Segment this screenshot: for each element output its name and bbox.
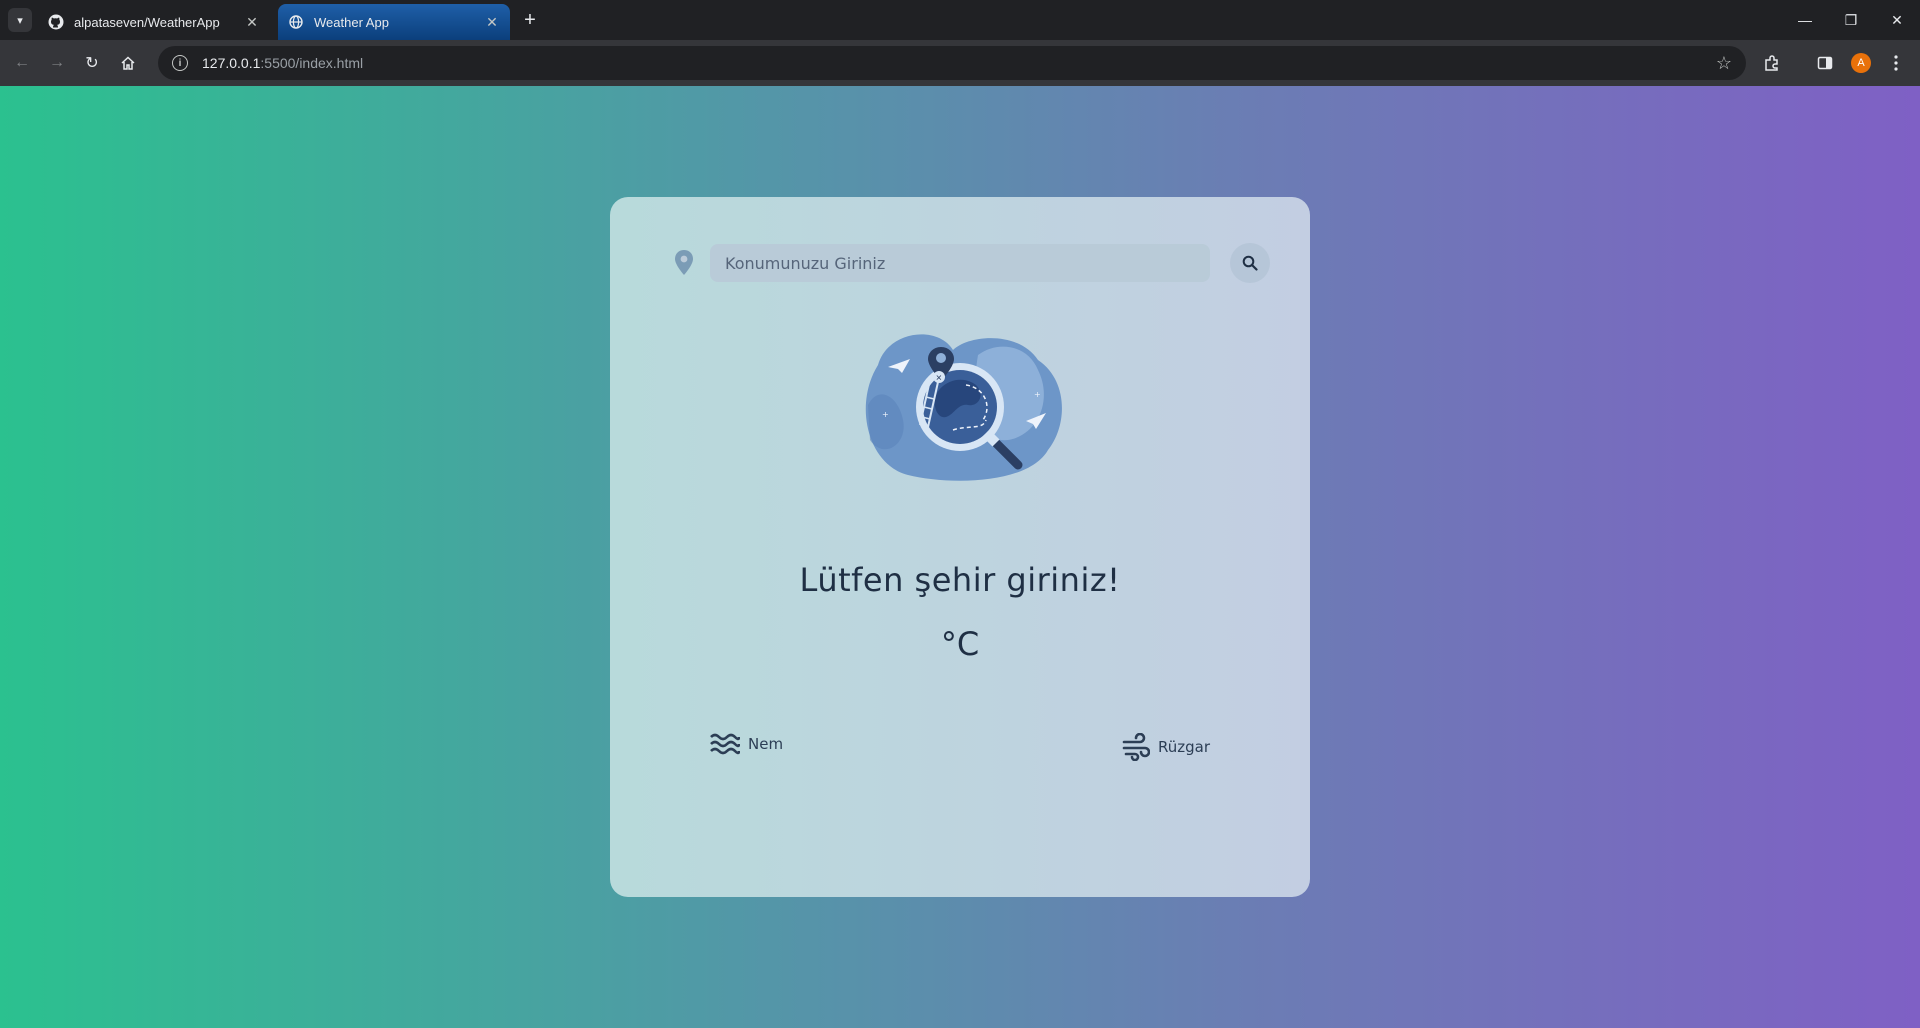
city-name-heading: Lütfen şehir giriniz! <box>799 561 1121 599</box>
wind-icon <box>1122 733 1150 761</box>
tab-close-icon[interactable]: ✕ <box>244 14 260 30</box>
tab-github[interactable]: alpataseven/WeatherApp ✕ <box>38 4 270 40</box>
water-waves-icon <box>710 733 740 755</box>
svg-text:✕: ✕ <box>936 374 943 383</box>
tab-title: Weather App <box>314 14 389 30</box>
address-bar[interactable]: i 127.0.0.1:5500/index.html ☆ <box>158 46 1746 80</box>
restore-icon[interactable]: ❐ <box>1828 0 1874 40</box>
tab-close-icon[interactable]: ✕ <box>484 14 500 30</box>
back-arrow-icon[interactable]: ← <box>6 47 38 79</box>
reload-icon[interactable]: ↻ <box>76 47 108 79</box>
weather-card: + + ✕ Lütfen şehir giriniz! °C <box>610 197 1310 897</box>
forward-arrow-icon[interactable]: → <box>41 47 73 79</box>
browser-toolbar: ← → ↻ i 127.0.0.1:5500/index.html ☆ <box>0 40 1920 86</box>
extensions-puzzle-icon[interactable] <box>1756 47 1788 79</box>
temperature-value: °C <box>940 625 980 663</box>
url-path: :5500/index.html <box>260 55 364 71</box>
profile-avatar[interactable]: A <box>1851 53 1871 73</box>
globe-icon <box>288 14 304 30</box>
tab-strip: ▾ alpataseven/WeatherApp ✕ Weather App ✕… <box>0 0 1920 40</box>
globe-search-illustration-icon: + + ✕ <box>865 334 1062 481</box>
humidity-label: Nem <box>748 735 784 753</box>
home-icon[interactable] <box>112 47 144 79</box>
location-pin-icon <box>675 250 693 275</box>
window-close-icon[interactable]: ✕ <box>1874 0 1920 40</box>
svg-text:+: + <box>882 410 889 419</box>
tab-search-chevron-icon[interactable]: ▾ <box>8 8 32 32</box>
site-info-icon[interactable]: i <box>172 55 188 71</box>
url-host: 127.0.0.1 <box>202 55 261 71</box>
city-search-input[interactable] <box>710 244 1210 282</box>
search-icon <box>1242 255 1258 271</box>
page-background: + + ✕ Lütfen şehir giriniz! °C <box>0 86 1920 1028</box>
new-tab-button[interactable]: + <box>518 8 542 32</box>
humidity-detail: Nem <box>710 733 783 755</box>
wind-detail: Rüzgar <box>1122 733 1210 761</box>
bookmark-star-icon[interactable]: ☆ <box>1716 53 1732 74</box>
tab-title: alpataseven/WeatherApp <box>74 14 220 30</box>
wind-label: Rüzgar <box>1158 738 1211 756</box>
menu-kebab-icon[interactable] <box>1880 47 1912 79</box>
svg-text:+: + <box>1034 390 1041 399</box>
github-icon <box>48 14 64 30</box>
minimize-icon[interactable]: — <box>1782 0 1828 40</box>
side-panel-icon[interactable] <box>1809 47 1841 79</box>
tab-weather-app[interactable]: Weather App ✕ <box>278 4 510 40</box>
search-button[interactable] <box>1230 243 1270 283</box>
